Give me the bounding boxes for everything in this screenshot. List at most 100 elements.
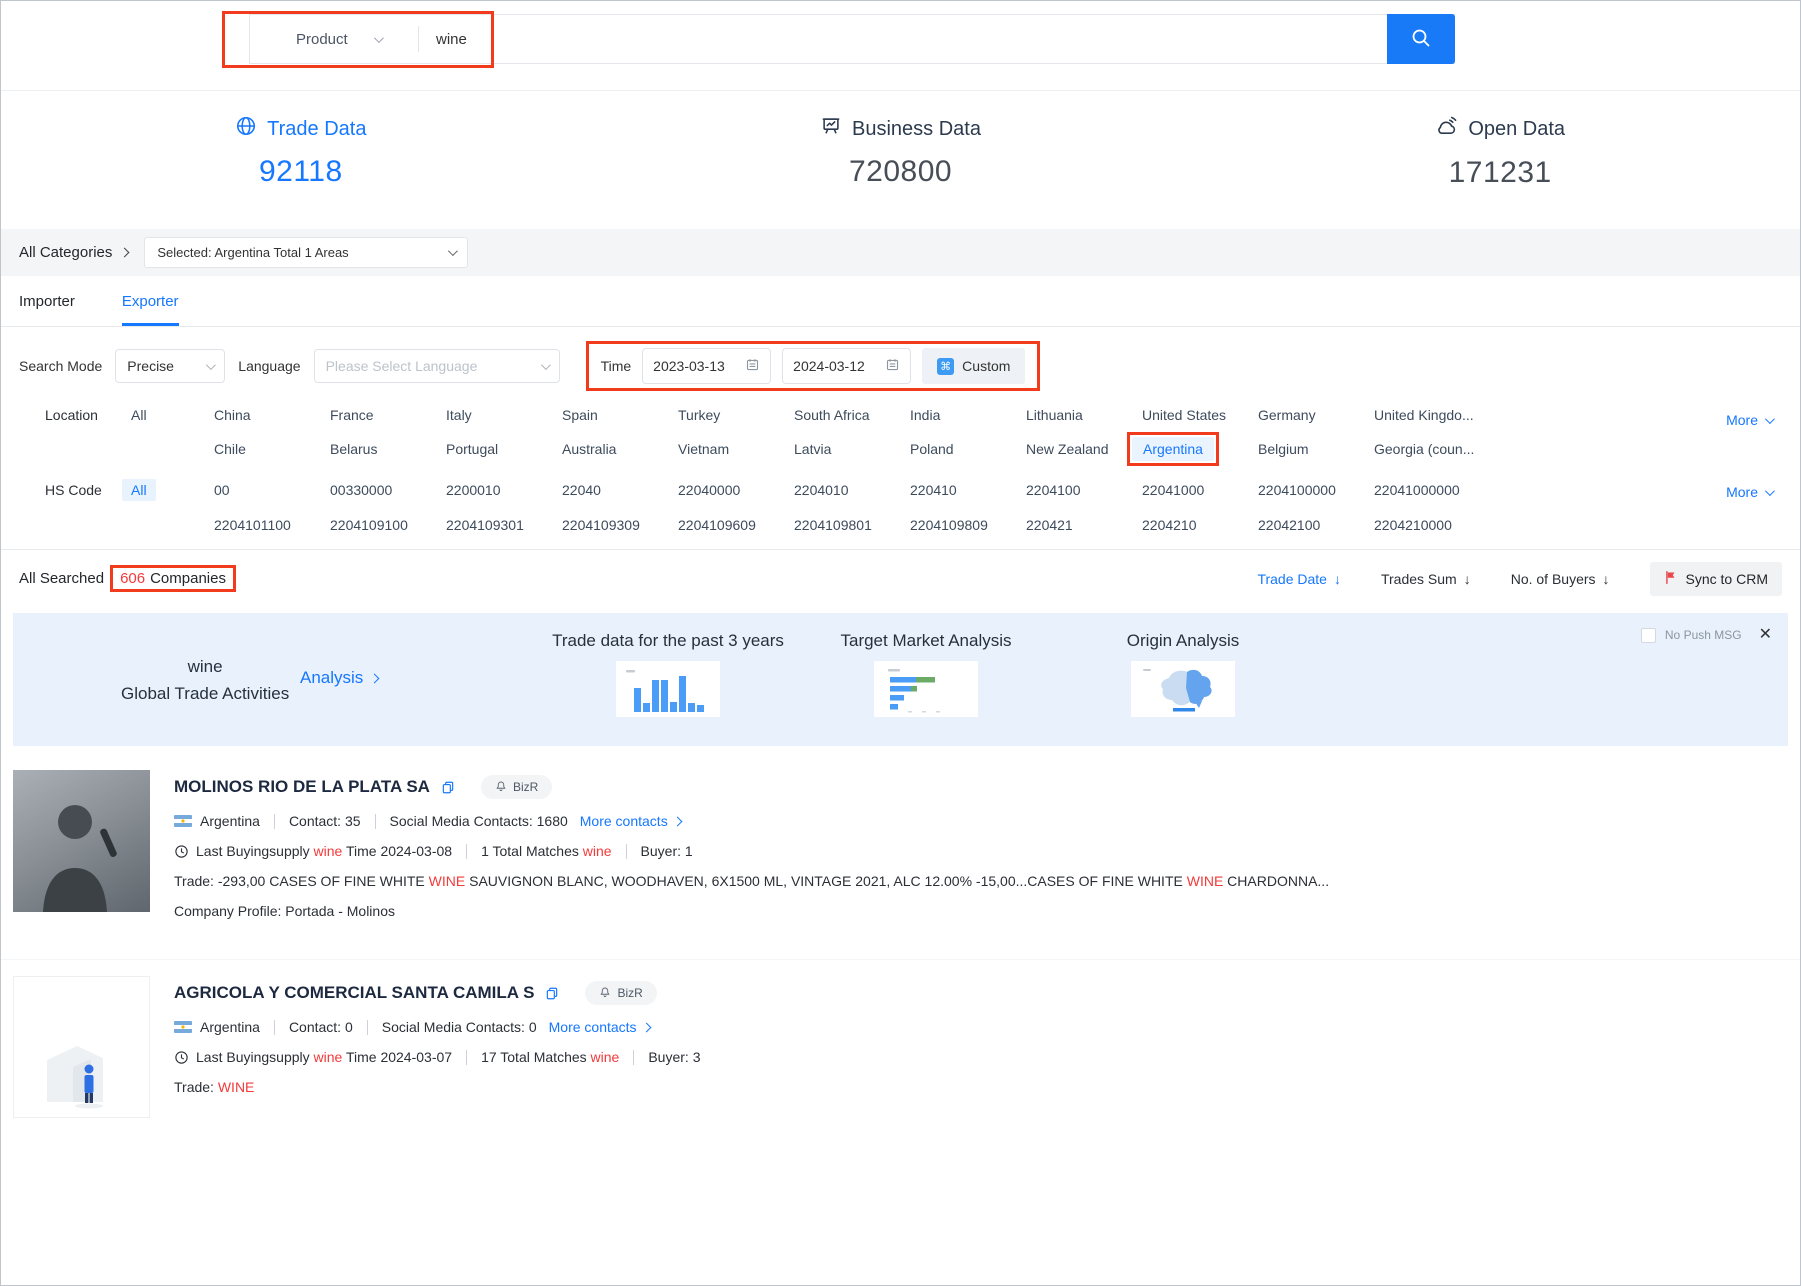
- banner-card-title: Trade data for the past 3 years: [533, 631, 803, 651]
- hs-code-option[interactable]: 2204210: [1142, 517, 1258, 533]
- location-option[interactable]: Germany: [1258, 407, 1374, 423]
- sort-trade-date[interactable]: Trade Date ↓: [1257, 571, 1341, 587]
- hs-code-option[interactable]: 2200010: [446, 482, 562, 498]
- search-button[interactable]: [1387, 14, 1455, 64]
- bizr-badge[interactable]: BizR: [481, 775, 552, 799]
- hs-code-option[interactable]: 2204100000: [1258, 482, 1374, 498]
- hs-code-option[interactable]: 2204210000: [1374, 517, 1490, 533]
- hs-code-option[interactable]: 00330000: [330, 482, 446, 498]
- hs-code-option[interactable]: 22041000: [1142, 482, 1258, 498]
- hs-code-option[interactable]: 2204100: [1026, 482, 1142, 498]
- buyer-count: Buyer: 1: [641, 843, 693, 859]
- total-matches: 17 Total Matches wine: [481, 1049, 619, 1065]
- custom-time-button[interactable]: ⌘ Custom: [922, 348, 1025, 384]
- selected-areas-dropdown[interactable]: Selected: Argentina Total 1 Areas: [144, 237, 468, 268]
- more-label: More: [1726, 412, 1758, 428]
- location-option[interactable]: New Zealand: [1026, 441, 1142, 457]
- clock-icon: [174, 1050, 189, 1065]
- location-option[interactable]: Spain: [562, 407, 678, 423]
- search-mode-select[interactable]: Precise: [115, 349, 225, 383]
- location-option[interactable]: Georgia (coun...: [1374, 441, 1490, 457]
- banner-card-trade-data[interactable]: Trade data for the past 3 years: [533, 631, 803, 717]
- location-option[interactable]: Turkey: [678, 407, 794, 423]
- banner-card-target-market[interactable]: Target Market Analysis: [791, 631, 1061, 717]
- location-option[interactable]: Latvia: [794, 441, 910, 457]
- sync-to-crm-button[interactable]: Sync to CRM: [1650, 562, 1782, 596]
- company-name[interactable]: AGRICOLA Y COMERCIAL SANTA CAMILA S: [174, 983, 534, 1003]
- sort-no-of-buyers[interactable]: No. of Buyers ↓: [1511, 571, 1610, 587]
- sort-label: No. of Buyers: [1511, 571, 1596, 587]
- hs-code-option[interactable]: 2204109301: [446, 517, 562, 533]
- location-option[interactable]: Belgium: [1258, 441, 1374, 457]
- hs-code-option[interactable]: 2204101100: [214, 517, 330, 533]
- hs-code-option[interactable]: 2204109609: [678, 517, 794, 533]
- hs-code-option[interactable]: 220421: [1026, 517, 1142, 533]
- location-option[interactable]: Belarus: [330, 441, 446, 457]
- hs-code-more-link[interactable]: More: [1726, 484, 1772, 500]
- tab-importer[interactable]: Importer: [19, 276, 75, 326]
- hs-code-option[interactable]: 2204010: [794, 482, 910, 498]
- location-option-all[interactable]: All: [131, 407, 214, 423]
- search-category-select[interactable]: Product: [250, 31, 418, 48]
- tab-exporter[interactable]: Exporter: [122, 276, 179, 326]
- chevron-down-icon: [374, 33, 384, 43]
- all-categories-link[interactable]: All Categories: [19, 244, 128, 261]
- no-push-checkbox[interactable]: [1641, 628, 1656, 643]
- date-to-input[interactable]: 2024-03-12: [782, 348, 911, 384]
- last-activity: Last Buyingsupply wine Time 2024-03-08: [196, 843, 452, 859]
- bizr-badge[interactable]: BizR: [585, 981, 656, 1005]
- location-filter: Location All China France Italy Spain Tu…: [19, 407, 1800, 459]
- bizr-label: BizR: [617, 986, 642, 1000]
- location-option[interactable]: Lithuania: [1026, 407, 1142, 423]
- hs-code-option[interactable]: 22040000: [678, 482, 794, 498]
- banner-card-origin[interactable]: Origin Analysis: [1048, 631, 1318, 717]
- search-input[interactable]: [419, 31, 539, 48]
- location-option[interactable]: China: [214, 407, 330, 423]
- stat-business-data[interactable]: Business Data 720800: [601, 91, 1201, 229]
- banner-keyword: wine: [121, 653, 289, 680]
- hs-code-option[interactable]: 22042100: [1258, 517, 1374, 533]
- sort-trades-sum[interactable]: Trades Sum ↓: [1381, 571, 1471, 587]
- hs-code-option[interactable]: 22041000000: [1374, 482, 1490, 498]
- annotation-box-argentina: Argentina: [1127, 432, 1219, 466]
- hs-code-option[interactable]: 2204109100: [330, 517, 446, 533]
- location-option[interactable]: India: [910, 407, 1026, 423]
- location-option[interactable]: Italy: [446, 407, 562, 423]
- location-option[interactable]: United Kingdo...: [1374, 407, 1490, 423]
- hs-code-option[interactable]: 2204109801: [794, 517, 910, 533]
- bizr-label: BizR: [513, 780, 538, 794]
- hs-code-option[interactable]: 2204109809: [910, 517, 1026, 533]
- company-photo[interactable]: [13, 770, 150, 912]
- close-icon[interactable]: ✕: [1759, 627, 1772, 643]
- stat-value: 92118: [1, 155, 601, 189]
- hs-code-option[interactable]: 2204109309: [562, 517, 678, 533]
- stat-open-data[interactable]: Open Data 171231: [1200, 91, 1800, 229]
- location-option[interactable]: Portugal: [446, 441, 562, 457]
- language-select[interactable]: Please Select Language: [314, 349, 560, 383]
- location-more-link[interactable]: More: [1726, 412, 1772, 428]
- hs-code-option[interactable]: 00: [214, 482, 330, 498]
- hs-code-option-all[interactable]: All: [122, 479, 156, 501]
- company-name[interactable]: MOLINOS RIO DE LA PLATA SA: [174, 777, 430, 797]
- hs-code-option[interactable]: 220410: [910, 482, 1026, 498]
- globe-icon: [235, 115, 257, 143]
- date-from-input[interactable]: 2023-03-13: [642, 348, 771, 384]
- company-photo[interactable]: [13, 976, 150, 1118]
- location-option-argentina[interactable]: Argentina: [1132, 437, 1214, 461]
- location-option[interactable]: Poland: [910, 441, 1026, 457]
- copy-icon[interactable]: [441, 780, 455, 795]
- search-mode-label: Search Mode: [19, 358, 102, 374]
- location-option[interactable]: South Africa: [794, 407, 910, 423]
- location-option[interactable]: Vietnam: [678, 441, 794, 457]
- location-option[interactable]: Australia: [562, 441, 678, 457]
- location-option[interactable]: Chile: [214, 441, 330, 457]
- company-country: Argentina: [200, 1019, 260, 1035]
- stat-trade-data[interactable]: Trade Data 92118: [1, 91, 601, 229]
- location-option[interactable]: France: [330, 407, 446, 423]
- analysis-link[interactable]: Analysis: [300, 668, 378, 688]
- copy-icon[interactable]: [545, 986, 559, 1001]
- hs-code-option[interactable]: 22040: [562, 482, 678, 498]
- more-contacts-link[interactable]: More contacts: [549, 1019, 650, 1035]
- location-option[interactable]: United States: [1142, 407, 1258, 423]
- more-contacts-link[interactable]: More contacts: [580, 813, 681, 829]
